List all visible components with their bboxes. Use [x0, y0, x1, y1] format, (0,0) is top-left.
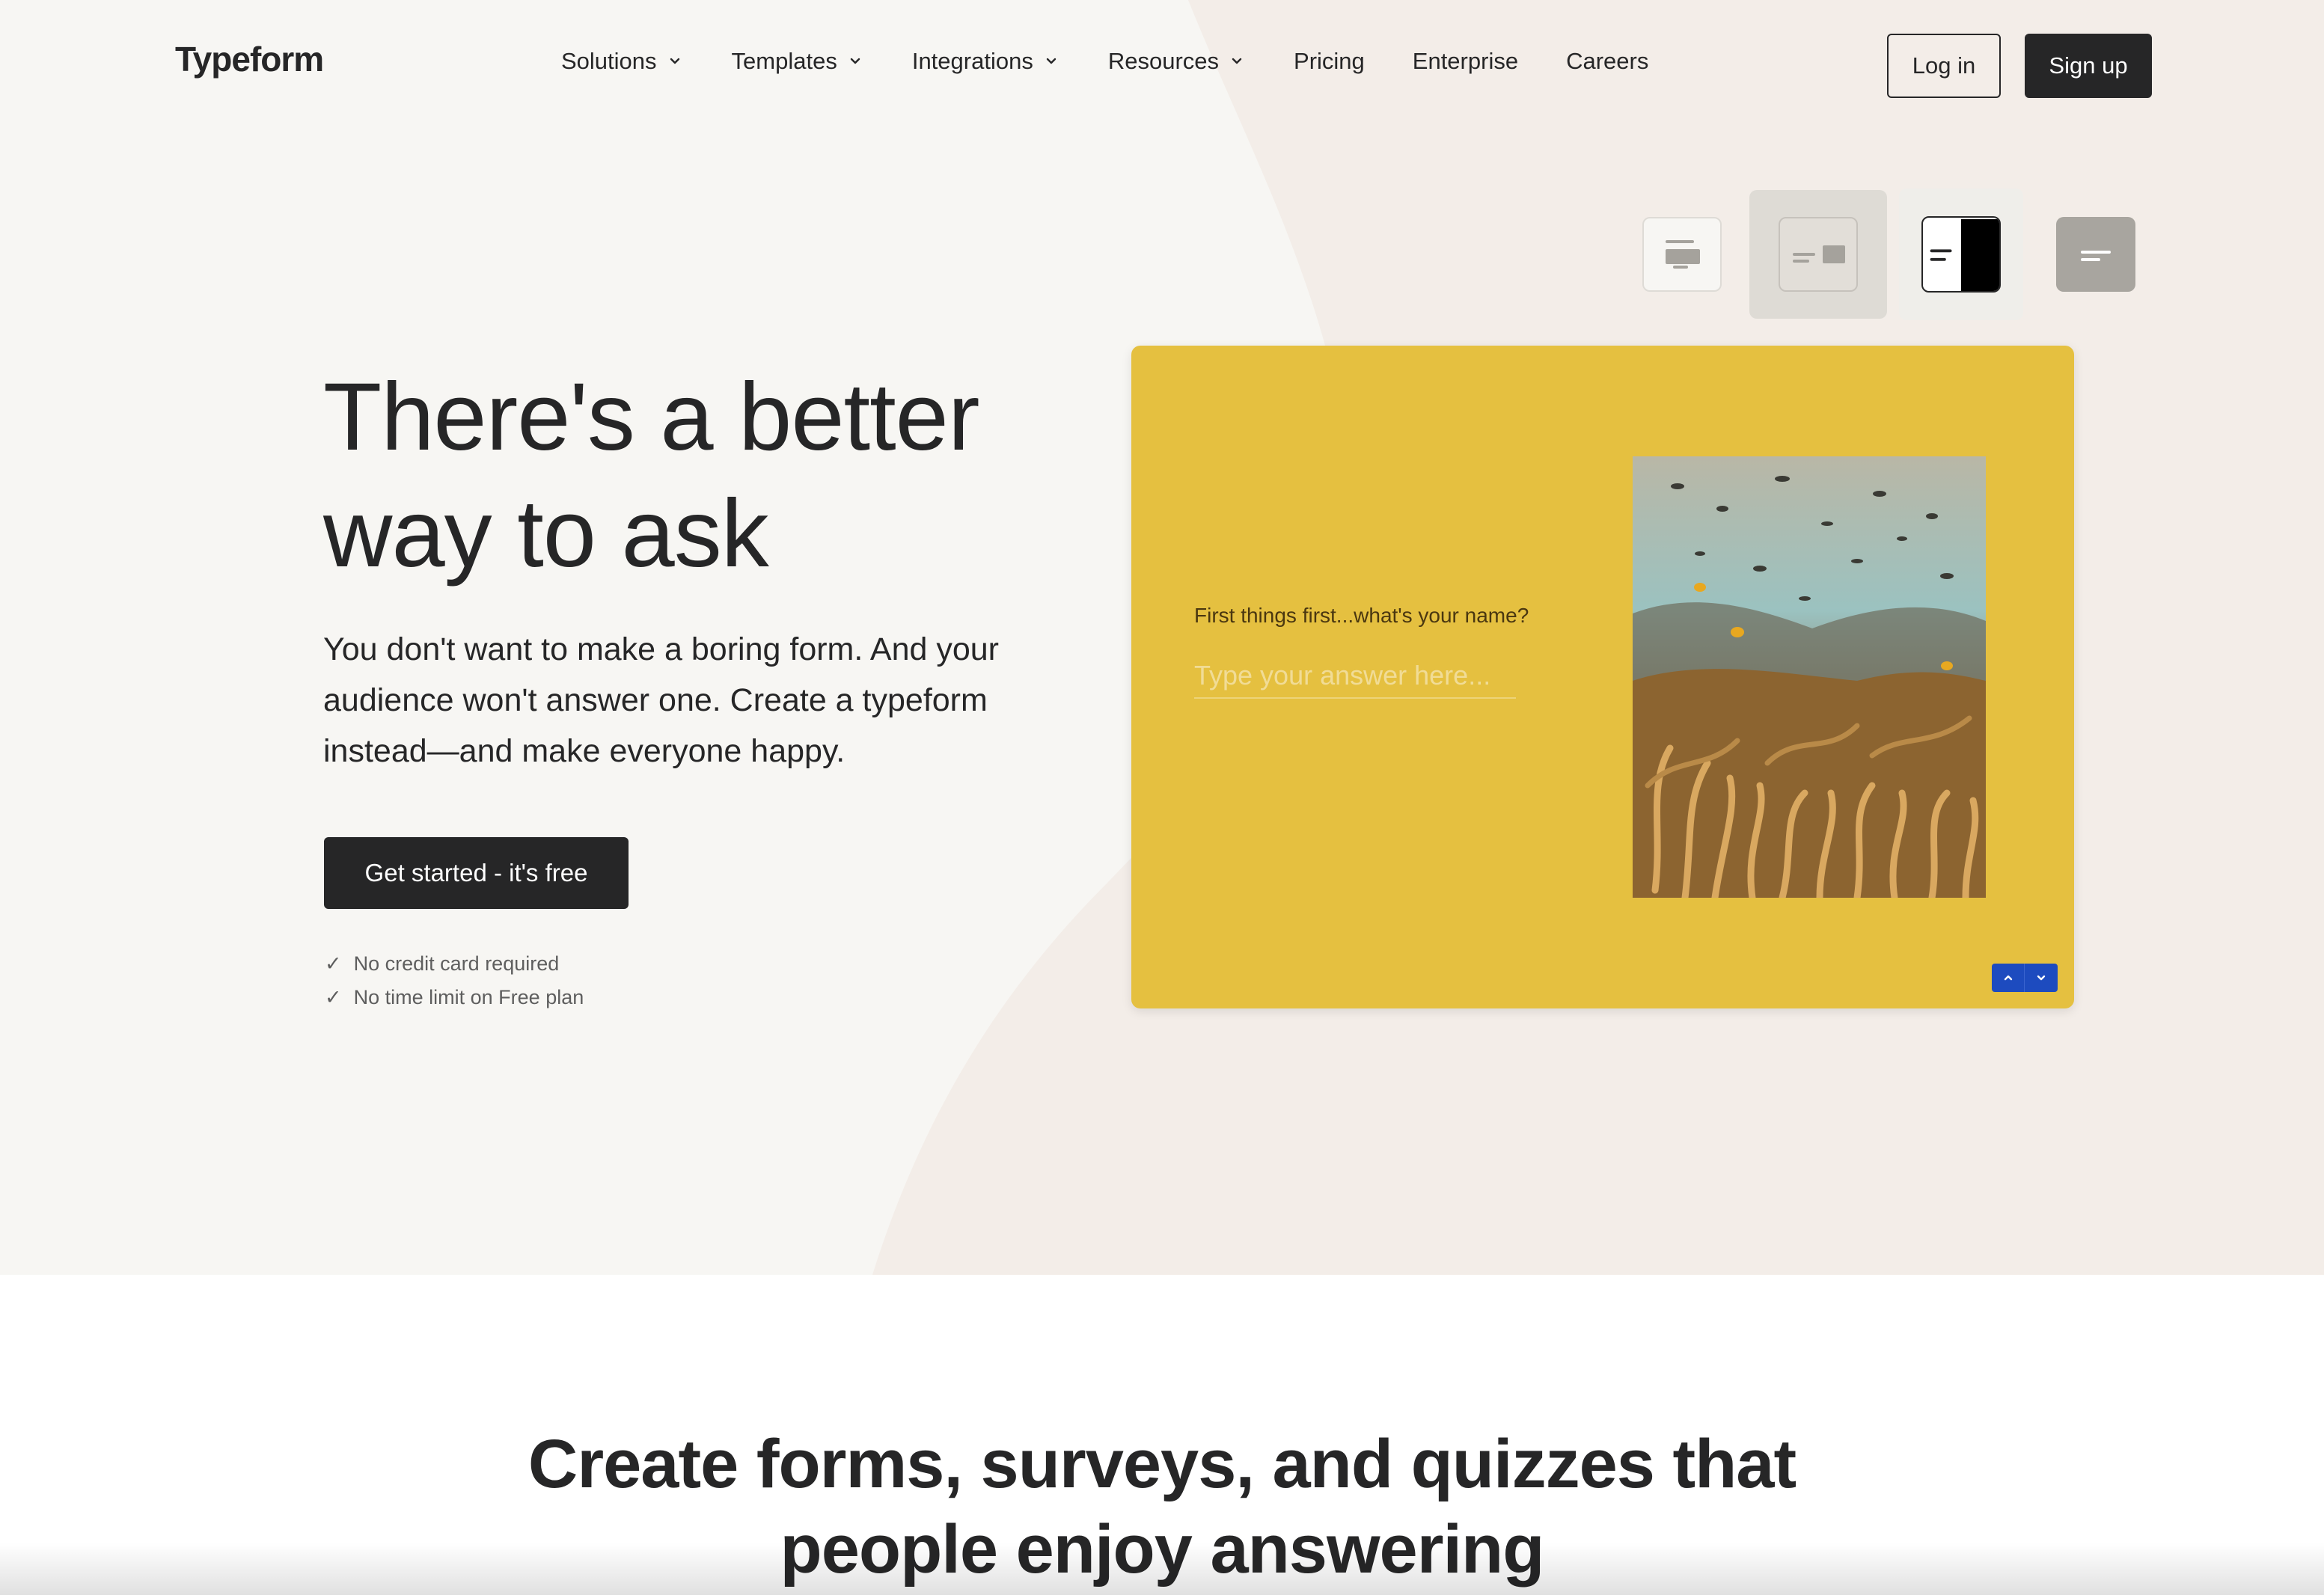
nav-item-careers[interactable]: Careers: [1566, 48, 1648, 75]
form-answer-input[interactable]: Type your answer here...: [1194, 660, 1516, 699]
layout-split-icon: [1793, 245, 1845, 263]
layout-split-dark-icon: [1930, 218, 1999, 291]
nav-item-templates[interactable]: Templates: [732, 48, 864, 75]
section-title-line-1: Create forms, surveys, and quizzes that: [528, 1426, 1796, 1502]
nav-item-label: Templates: [731, 48, 837, 74]
login-button[interactable]: Log in: [1887, 34, 2001, 98]
chevron-down-icon: [1232, 58, 1242, 64]
form-prev-button[interactable]: [1992, 964, 2025, 992]
check-icon: ✓: [325, 952, 342, 975]
hero-headline-line-2: way to ask: [323, 480, 769, 587]
layout-option-split[interactable]: [1749, 190, 1887, 319]
nav-item-label: Enterprise: [1412, 48, 1519, 74]
layout-option-split-dark[interactable]: [1899, 189, 2023, 320]
form-navigation: [1992, 964, 2058, 992]
coral-reef-illustration: [1633, 456, 1986, 898]
typeform-logo[interactable]: Typeform: [175, 39, 324, 79]
chevron-down-icon: [1046, 58, 1056, 64]
layout-option-wallpaper[interactable]: [2056, 217, 2135, 292]
form-question: First things first...what's your name?: [1194, 604, 1529, 627]
nav-item-resources[interactable]: Resources: [1108, 48, 1246, 75]
bottom-shadow: [0, 1543, 2324, 1595]
nav-links: Solutions Templates Integrations Resourc…: [561, 48, 1696, 75]
hero-headline-line-1: There's a better: [323, 364, 979, 471]
signup-button[interactable]: Sign up: [2025, 34, 2152, 98]
nav-item-integrations[interactable]: Integrations: [912, 48, 1060, 75]
nav-item-label: Pricing: [1294, 48, 1365, 74]
top-navigation: Typeform Solutions Templates Integration…: [0, 0, 2324, 132]
nav-item-label: Integrations: [911, 48, 1033, 74]
nav-item-label: Solutions: [561, 48, 657, 74]
form-next-button[interactable]: [2025, 964, 2058, 992]
benefits-list: ✓ No credit card required ✓ No time limi…: [325, 947, 584, 1014]
nav-item-label: Resources: [1107, 48, 1220, 74]
layout-wallpaper-icon: [2081, 251, 2111, 261]
chevron-down-icon: [850, 58, 860, 64]
coral-reef-image: [1633, 456, 1986, 898]
benefit-item: ✓ No credit card required: [325, 947, 584, 981]
benefit-label: No credit card required: [353, 952, 560, 975]
benefit-label: No time limit on Free plan: [353, 986, 584, 1008]
chevron-down-icon: [670, 58, 679, 64]
nav-item-solutions[interactable]: Solutions: [561, 48, 684, 75]
hero-headline: There's a better way to ask: [323, 359, 1146, 593]
nav-item-pricing[interactable]: Pricing: [1294, 48, 1365, 75]
check-icon: ✓: [325, 986, 342, 1008]
chevron-down-icon: [2037, 975, 2046, 981]
hero-section: Typeform Solutions Templates Integration…: [0, 0, 2324, 1275]
layout-stack-icon: [1666, 240, 1700, 269]
chevron-up-icon: [2004, 975, 2012, 981]
nav-item-enterprise[interactable]: Enterprise: [1413, 48, 1518, 75]
nav-item-label: Careers: [1566, 48, 1649, 74]
get-started-button[interactable]: Get started - it's free: [324, 837, 629, 909]
hero-subtext: You don't want to make a boring form. An…: [323, 631, 999, 769]
benefit-item: ✓ No time limit on Free plan: [325, 981, 584, 1014]
layout-option-stack[interactable]: [1642, 217, 1722, 292]
form-preview: First things first...what's your name? T…: [1131, 346, 2074, 1008]
